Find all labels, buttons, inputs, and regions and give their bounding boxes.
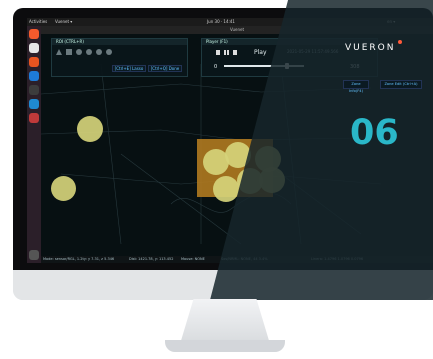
lasso-button[interactable]: [Ctrl+E] Lasso [112,65,146,72]
circle-tool-icon[interactable] [106,49,112,55]
status-mode: Mode: sensor/RGL, 1.2ty: y 7.31, z 5.346 [43,257,115,261]
circle-tool-icon[interactable] [96,49,102,55]
app-icon[interactable] [29,113,39,123]
detection-marker[interactable] [77,116,103,142]
logo-dot-icon [398,40,402,44]
monitor-stand-base [165,340,285,352]
done-button[interactable]: [Ctrl+Q] Done [148,65,182,72]
status-mouse: Mouse: NONE [181,257,205,261]
clock: Jun 30 · 14:41 [207,19,235,24]
dock [27,26,41,263]
monitor-stand-neck [180,299,270,344]
triangle-tool-icon[interactable] [56,49,62,55]
next-icon[interactable] [233,50,237,55]
detection-marker[interactable] [213,176,239,202]
help-icon[interactable] [29,71,39,81]
firefox-icon[interactable] [29,29,39,39]
prev-icon[interactable] [216,50,220,55]
detection-marker[interactable] [51,176,76,201]
roi-panel: ROI (CTRL+R) [Ctrl+E] Lasso [Ctrl+Q] Don… [51,38,188,77]
terminal-icon[interactable] [29,85,39,95]
zone-info-button[interactable]: Zone Info(F4) [343,80,369,93]
status-dist: Dist: 1421.78, y: 113.452 [129,257,174,261]
zone-edit-button[interactable]: Zone Edit (Ctrl+A) [380,80,422,89]
app-menu[interactable]: Vuenet ▾ [55,18,72,26]
square-tool-icon[interactable] [66,49,72,55]
step-number: 06 [350,113,399,153]
vueron-logo: VUERON [345,43,396,53]
pause-icon[interactable] [224,50,226,55]
grid-icon[interactable] [29,250,39,260]
circle-tool-icon[interactable] [76,49,82,55]
circle-tool-icon[interactable] [86,49,92,55]
activities-label[interactable]: Activities [29,18,47,26]
software-icon[interactable] [29,57,39,67]
files-icon[interactable] [29,43,39,53]
play-button[interactable]: Play [254,49,267,56]
slider-start: 0 [214,64,218,70]
roi-panel-title: ROI (CTRL+R) [52,39,187,45]
vscode-icon[interactable] [29,99,39,109]
